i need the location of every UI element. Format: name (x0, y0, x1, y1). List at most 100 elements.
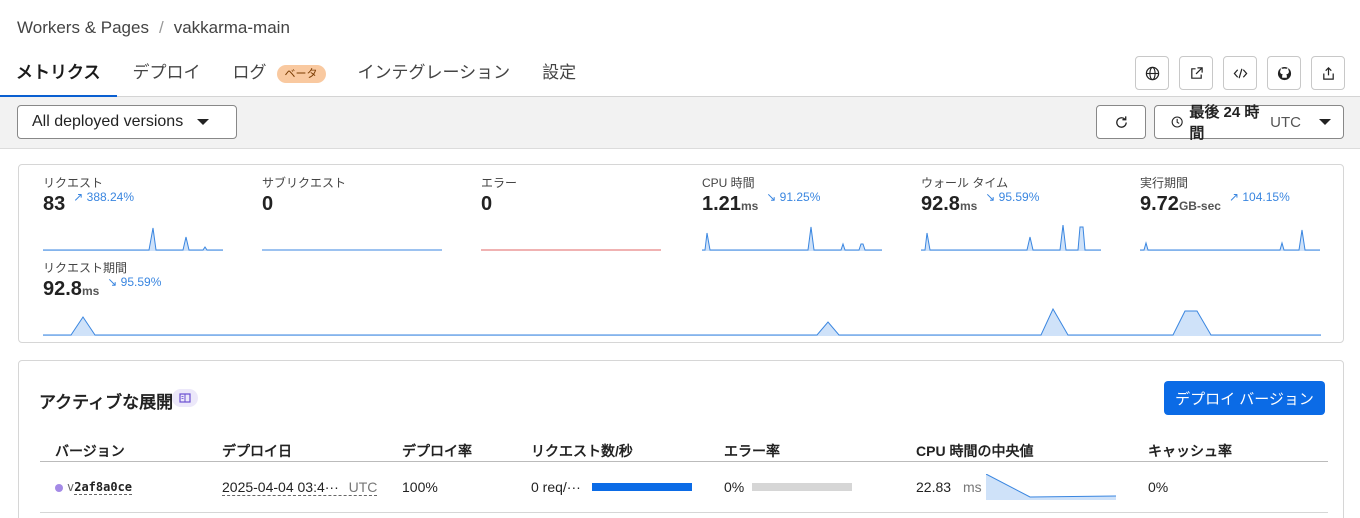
metric-delta-value: 95.59% (120, 275, 162, 289)
code-icon (1233, 68, 1247, 78)
refresh-icon (1115, 115, 1127, 128)
version-status-dot (55, 484, 63, 492)
github-icon (1277, 66, 1291, 80)
share-button[interactable] (1311, 56, 1345, 90)
table-header-divider (40, 461, 1328, 462)
docs-link[interactable] (172, 389, 198, 407)
metric-value: 92.8 (43, 278, 82, 300)
time-range-select[interactable]: 最後 24 時間 UTC (1154, 104, 1344, 142)
metric-unit: ms (81, 284, 100, 298)
tab-metrics[interactable]: メトリクス (0, 58, 117, 98)
metric-value: 0 (262, 193, 274, 215)
external-link-icon (1190, 66, 1203, 79)
metric-execution-duration[interactable]: 実行期間 9.72GB-sec ↗ 104.15% (1140, 174, 1340, 216)
deployments-title: アクティブな展開 (39, 393, 174, 412)
globe-button[interactable] (1135, 56, 1169, 90)
metric-delta: ↘ 91.25% (766, 190, 821, 204)
tab-settings[interactable]: 設定 (526, 58, 592, 97)
metric-delta: ↗ 388.24% (73, 190, 135, 204)
metric-value: 1.21 (702, 193, 741, 215)
deploy-version-button[interactable]: デプロイ バージョン (1164, 381, 1325, 415)
metric-label: 実行期間 (1140, 176, 1189, 190)
github-button[interactable] (1267, 56, 1301, 90)
errors-sparkline (481, 249, 661, 251)
metric-delta: ↗ 104.15% (1228, 190, 1290, 204)
requests-bar-fill (592, 483, 692, 491)
metric-value: 0 (481, 193, 493, 215)
refresh-button[interactable] (1096, 105, 1146, 139)
tab-integrations-label: インテグレーション (357, 63, 511, 82)
metric-delta: ↘ 95.59% (985, 190, 1040, 204)
requests-per-sec: 0 req/··· (531, 479, 581, 495)
metric-wall-time[interactable]: ウォール タイム 92.8ms ↘ 95.59% (921, 174, 1121, 216)
deploy-date-value: 2025-04-04 03:4··· (222, 479, 339, 495)
deploy-rate: 100% (402, 479, 438, 495)
column-header-deploy-date[interactable]: デプロイ日 (222, 441, 292, 461)
code-button[interactable] (1223, 56, 1257, 90)
metric-errors[interactable]: エラー 0 (481, 174, 681, 216)
tab-deploy-label: デプロイ (132, 63, 201, 82)
metric-request-duration[interactable]: リクエスト期間 92.8ms ↘ 95.59% (43, 259, 243, 301)
deploy-date[interactable]: 2025-04-04 03:4··· UTC (222, 479, 378, 496)
metric-delta-value: 104.15% (1242, 190, 1290, 204)
tab-logs[interactable]: ログ ベータ (217, 58, 342, 97)
column-header-deploy-rate[interactable]: デプロイ率 (402, 441, 472, 461)
table-row-divider (40, 512, 1328, 513)
breadcrumb-separator: / (158, 18, 164, 37)
tab-settings-label: 設定 (542, 63, 577, 82)
metric-unit: GB-sec (1178, 199, 1221, 213)
chevron-down-icon (197, 119, 210, 125)
metric-value: 83 (43, 193, 66, 215)
cpu-median-sparkline (986, 474, 1116, 500)
header-actions (1135, 56, 1345, 90)
page-header: Workers & Pages / vakkarma-main メトリクス デプ… (0, 0, 1360, 98)
book-icon (179, 393, 191, 403)
tab-deploy[interactable]: デプロイ (117, 58, 217, 97)
requests-bar (592, 483, 692, 491)
breadcrumb: Workers & Pages / vakkarma-main (17, 18, 290, 38)
globe-icon (1145, 66, 1159, 80)
version-select[interactable]: All deployed versions (17, 105, 237, 139)
metric-delta: ↘ 95.59% (107, 275, 162, 289)
metric-value: 9.72 (1140, 193, 1179, 215)
cpu-median-unit: ms (962, 479, 982, 495)
breadcrumb-root[interactable]: Workers & Pages (17, 18, 149, 38)
breadcrumb-project: vakkarma-main (173, 18, 290, 37)
column-header-cpu-median[interactable]: CPU 時間の中央値 (916, 441, 1033, 461)
tab-metrics-label: メトリクス (16, 63, 101, 82)
share-icon (1322, 66, 1334, 80)
metric-label: エラー (481, 176, 518, 190)
request-duration-sparkline (43, 308, 1321, 336)
subrequests-sparkline (262, 249, 442, 251)
metric-subrequests[interactable]: サブリクエスト 0 (262, 174, 462, 216)
metric-value: 92.8 (921, 193, 960, 215)
requests-sparkline (43, 227, 223, 251)
metric-cpu-time[interactable]: CPU 時間 1.21ms ↘ 91.25% (702, 174, 902, 216)
metric-requests[interactable]: リクエスト 83 ↗ 388.24% (43, 174, 243, 216)
column-header-cache-rate[interactable]: キャッシュ率 (1148, 441, 1232, 461)
column-header-requests-per-sec[interactable]: リクエスト数/秒 (531, 441, 633, 461)
metric-label: ウォール タイム (921, 176, 1009, 190)
error-bar (752, 483, 852, 491)
cpu-median: 22.83 ms (916, 479, 982, 495)
metric-label: リクエスト (43, 176, 104, 190)
version-id[interactable]: v2af8a0ce (67, 480, 133, 495)
cpu-median-value: 22.83 (916, 479, 952, 495)
execution-duration-sparkline (1140, 229, 1320, 251)
metric-delta-value: 95.59% (998, 190, 1040, 204)
metric-label: CPU 時間 (702, 176, 755, 190)
metrics-panel: リクエスト 83 ↗ 388.24% サブリクエスト 0 エラー 0 CPU 時間… (18, 164, 1344, 343)
filter-toolbar: All deployed versions 最後 24 時間 UTC (0, 97, 1360, 149)
timezone-label: UTC (1270, 113, 1301, 131)
wall-time-sparkline (921, 225, 1101, 251)
external-link-button[interactable] (1179, 56, 1213, 90)
cache-rate: 0% (1148, 479, 1169, 495)
column-header-version[interactable]: バージョン (55, 441, 125, 461)
tab-integrations[interactable]: インテグレーション (342, 58, 527, 97)
metric-unit: ms (740, 199, 759, 213)
error-rate: 0% (724, 479, 745, 495)
chevron-down-icon (1319, 119, 1331, 125)
metric-delta-value: 91.25% (779, 190, 821, 204)
version-hash: 2af8a0ce (74, 480, 133, 495)
column-header-error-rate[interactable]: エラー率 (724, 441, 780, 461)
